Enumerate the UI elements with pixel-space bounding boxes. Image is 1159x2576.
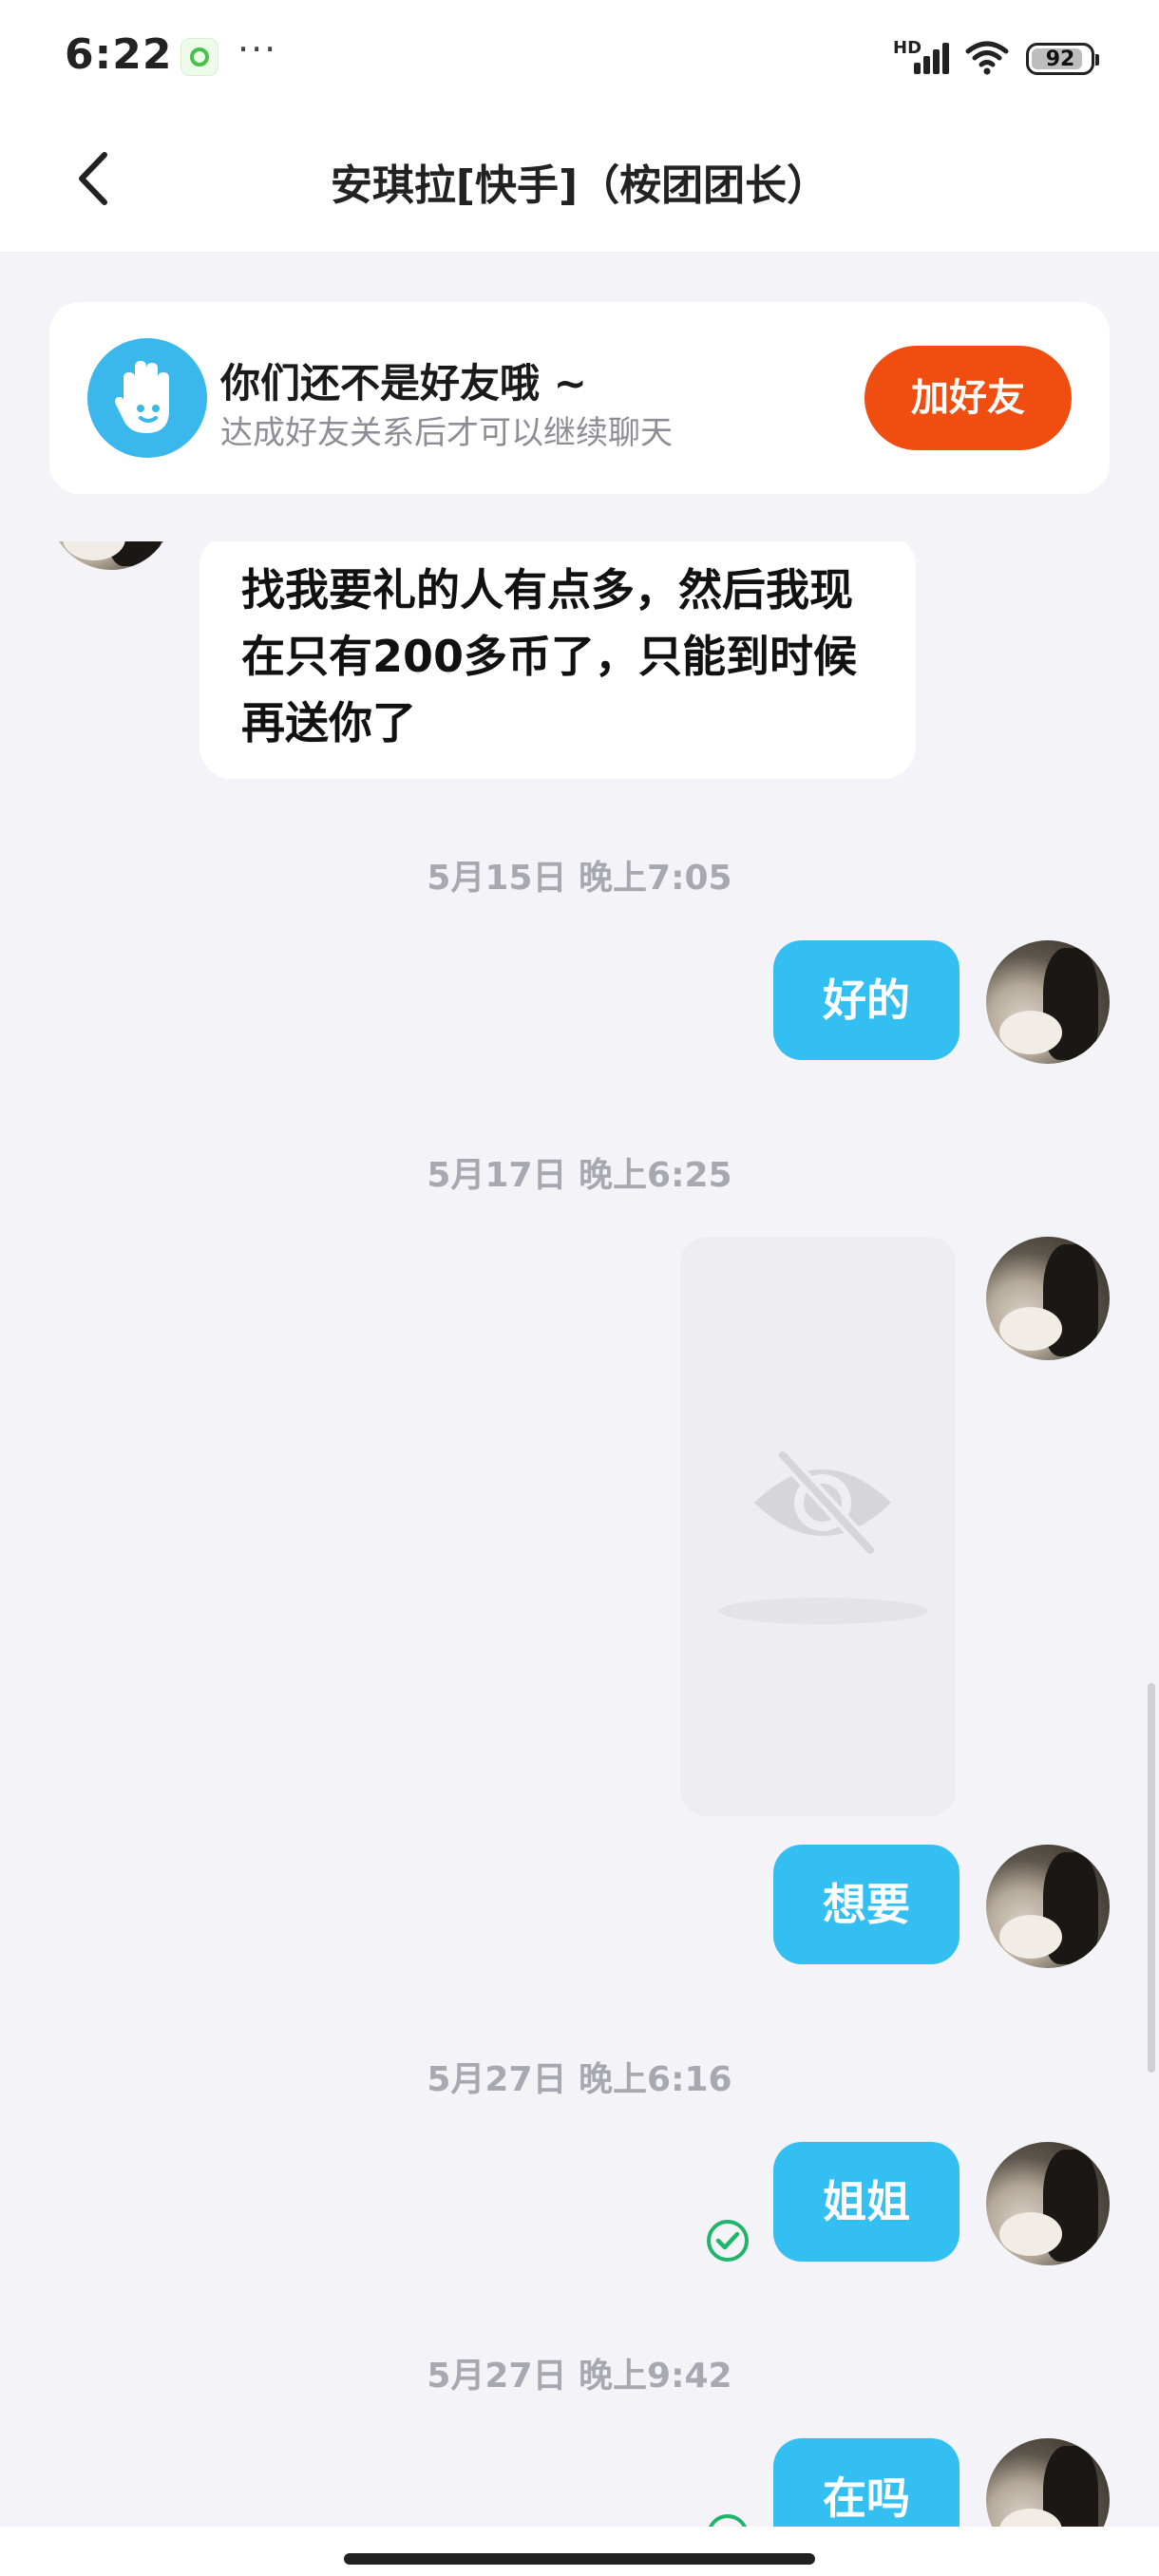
more-notifications-icon: ··· <box>238 28 278 70</box>
battery-icon: 92 <box>1026 43 1099 75</box>
waving-hand-icon <box>87 338 207 458</box>
back-button[interactable] <box>66 145 124 212</box>
received-message[interactable]: 找我要礼的人有点多，然后我现在只有200多币了，只能到时候再送你了 <box>200 541 916 779</box>
message-timestamp: 5月17日 晚上6:25 <box>427 1156 732 1195</box>
contact-avatar[interactable] <box>49 541 173 570</box>
status-time: 6:22 <box>65 30 173 79</box>
home-indicator[interactable] <box>344 2553 815 2565</box>
friend-request-banner: 你们还不是好友哦 ~ 达成好友关系后才可以继续聊天 加好友 <box>49 302 1110 494</box>
message-list[interactable]: 找我要礼的人有点多，然后我现在只有200多币了，只能到时候再送你了 5月15日 … <box>0 541 1159 2527</box>
message-timestamp: 5月27日 晚上9:42 <box>427 2357 732 2396</box>
add-friend-button[interactable]: 加好友 <box>864 346 1072 450</box>
bottom-bar <box>0 2527 1159 2576</box>
chevron-left-icon <box>79 152 107 205</box>
app-notification-icon <box>180 38 218 76</box>
chat-header: 安琪拉[快手]（桉团团长） <box>0 119 1159 252</box>
signal-icon <box>914 42 950 74</box>
status-bar: 6:22 ··· HD 92 <box>0 0 1159 119</box>
message-text: 找我要礼的人有点多，然后我现在只有200多币了，只能到时候再送你了 <box>241 564 858 748</box>
message-text: 想要 <box>823 1879 910 1930</box>
battery-level: 92 <box>1045 47 1075 71</box>
my-avatar[interactable] <box>986 1237 1110 1360</box>
hidden-image-icon <box>754 1448 891 1558</box>
page-title: 安琪拉[快手]（桉团团长） <box>330 161 829 210</box>
message-timestamp: 5月15日 晚上7:05 <box>427 859 732 898</box>
my-avatar[interactable] <box>986 2438 1110 2527</box>
sent-message[interactable]: 想要 <box>773 1845 960 1964</box>
message-text: 在吗 <box>823 2472 910 2524</box>
my-avatar[interactable] <box>986 940 1110 1064</box>
my-avatar[interactable] <box>986 2142 1110 2265</box>
check-circle-icon <box>705 2512 750 2527</box>
my-avatar[interactable] <box>986 1845 1110 1968</box>
scrollbar[interactable] <box>1148 1683 1155 2073</box>
message-timestamp: 5月27日 晚上6:16 <box>427 2060 732 2099</box>
check-circle-icon <box>705 2218 750 2263</box>
message-text: 姐姐 <box>823 2176 910 2227</box>
sent-message[interactable]: 好的 <box>773 940 960 1060</box>
image-shadow <box>718 1598 927 1624</box>
wifi-icon <box>964 38 1010 76</box>
image-message[interactable] <box>680 1237 956 1816</box>
sent-message[interactable]: 在吗 <box>773 2438 960 2527</box>
message-text: 好的 <box>823 975 910 1026</box>
banner-title: 你们还不是好友哦 ~ <box>220 360 587 407</box>
sent-message[interactable]: 姐姐 <box>773 2142 960 2262</box>
banner-subtitle: 达成好友关系后才可以继续聊天 <box>220 414 673 452</box>
